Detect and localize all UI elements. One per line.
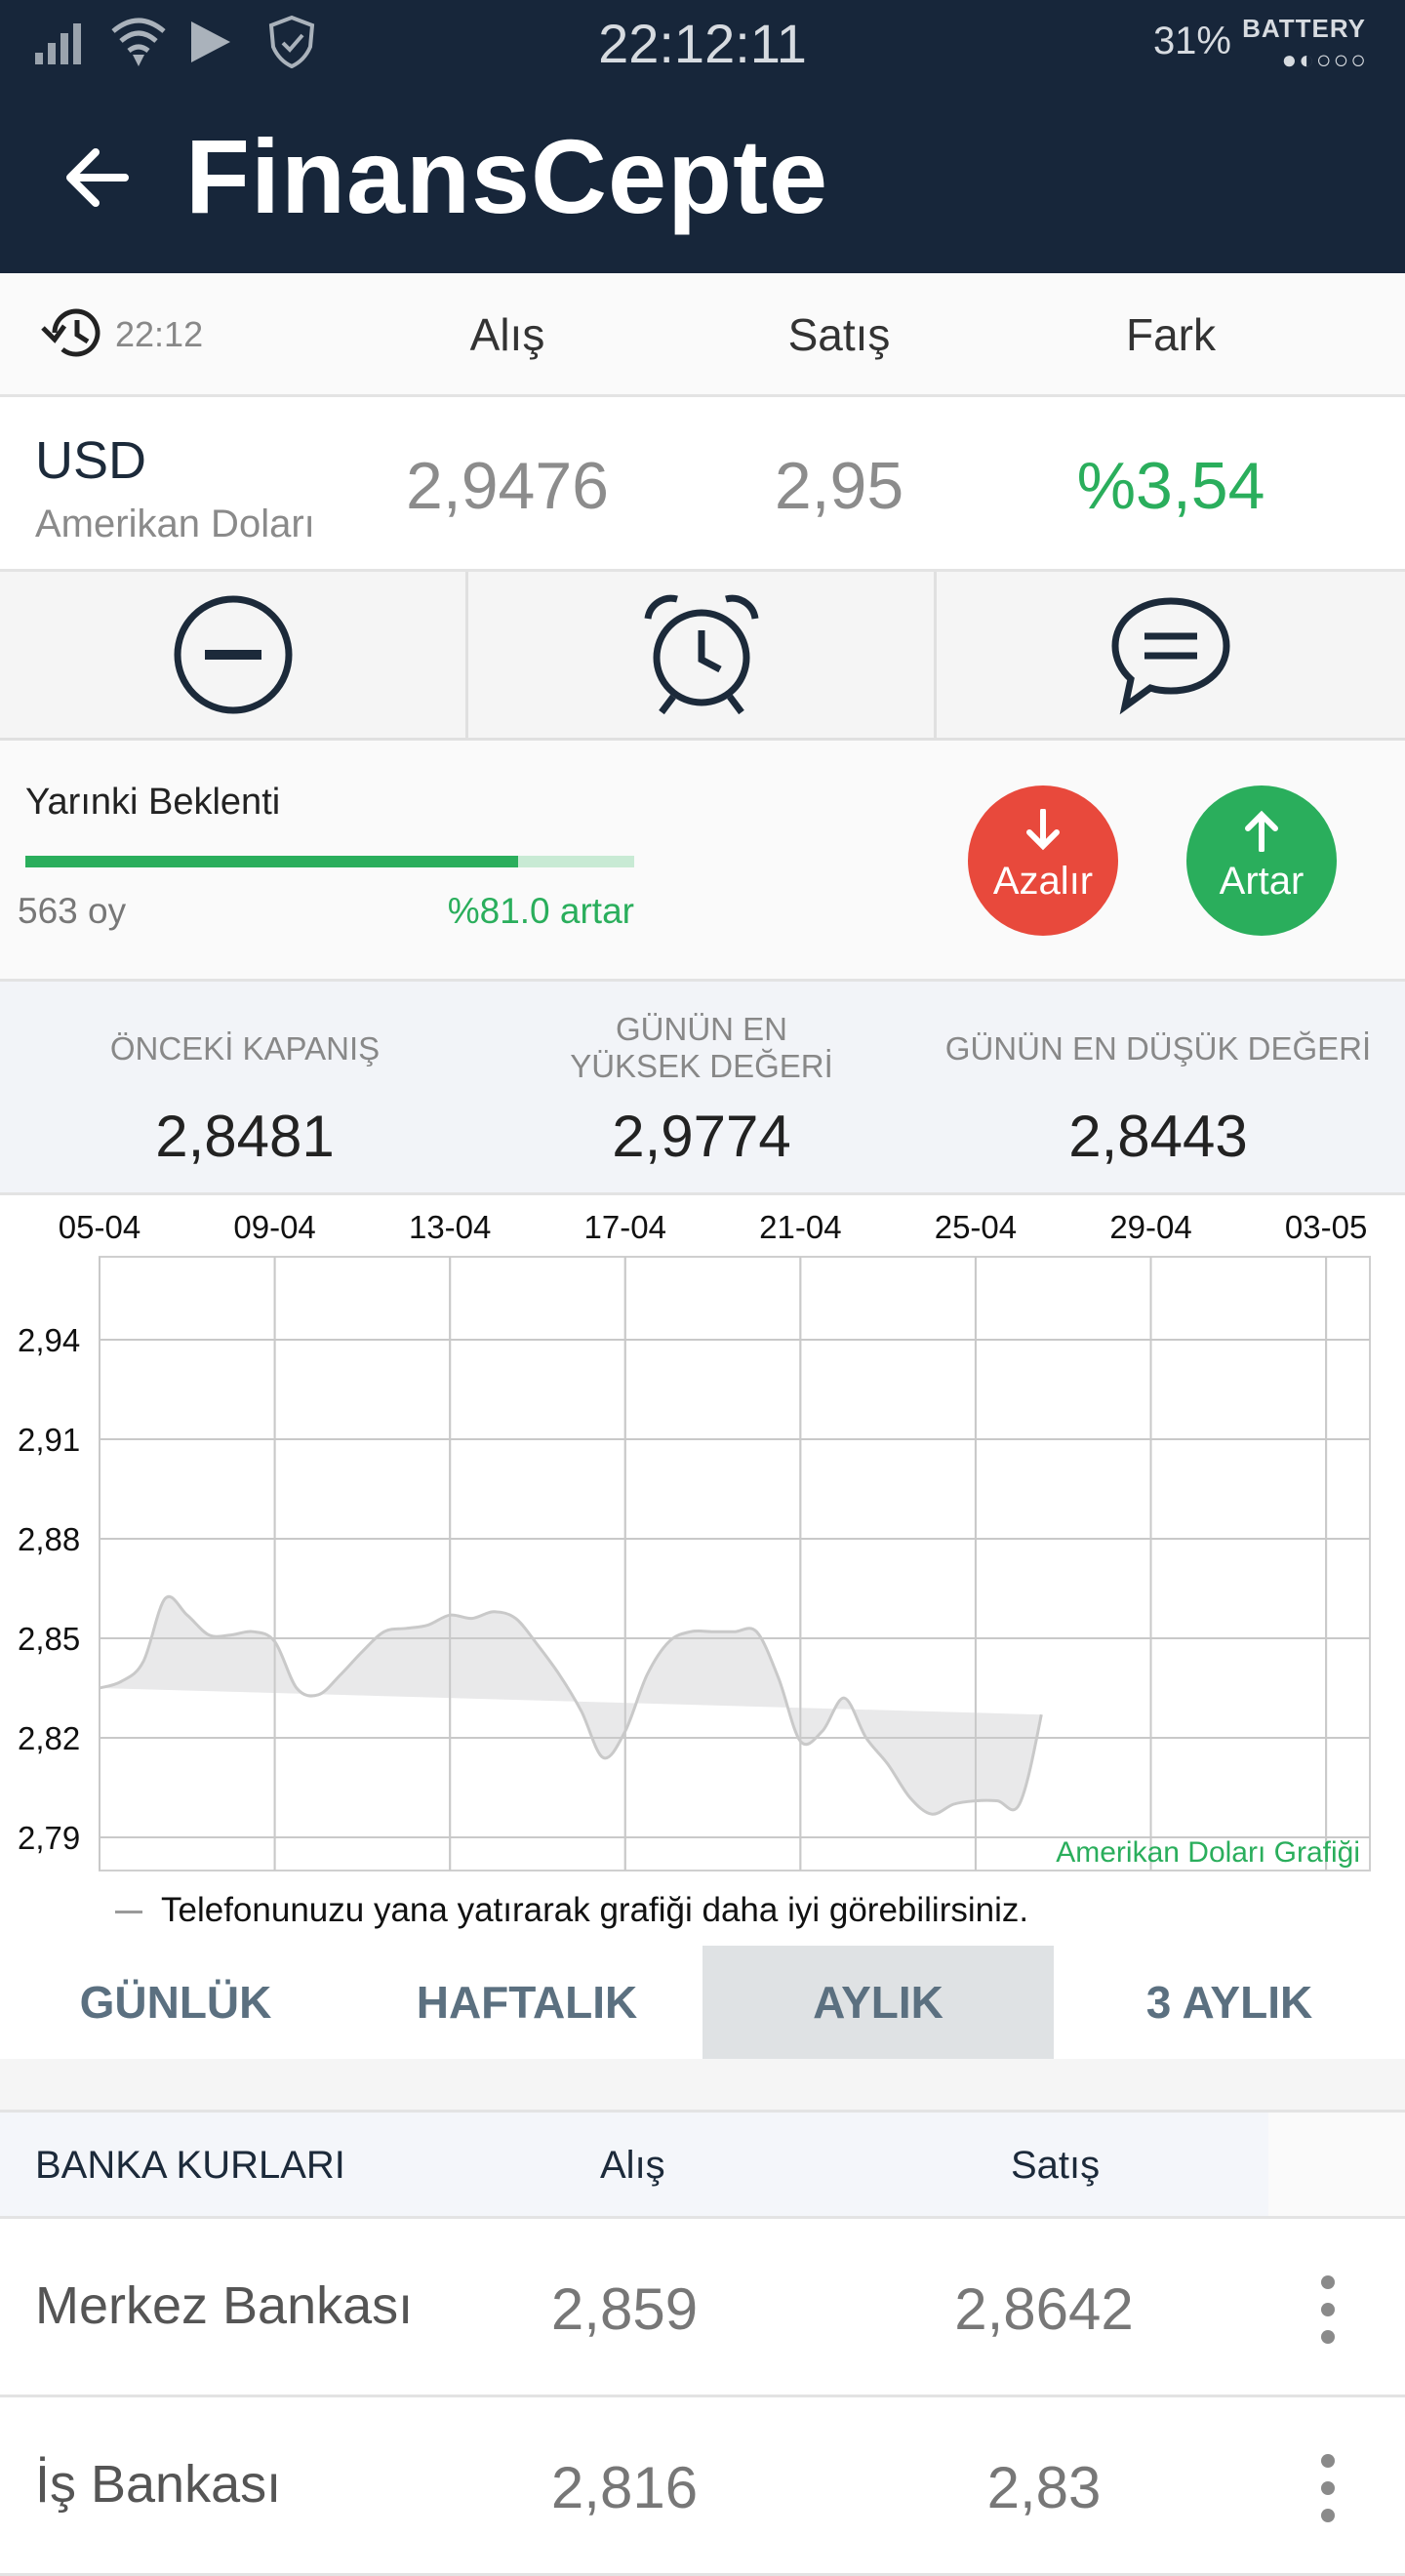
tab-monthly[interactable]: AYLIK — [702, 1946, 1054, 2059]
stat-value: 2,8443 — [1068, 1104, 1248, 1169]
y-tick-label: 2,91 — [18, 1422, 80, 1458]
decrease-button[interactable]: Azalır — [968, 785, 1118, 936]
y-tick-label: 2,79 — [18, 1820, 80, 1856]
currency-diff: %3,54 — [1076, 449, 1265, 523]
chart-y-labels: 2,94 2,91 2,88 2,85 2,82 2,79 — [18, 1322, 80, 1856]
bank-buy: 2,859 — [550, 2276, 699, 2342]
x-tick-label: 29-04 — [1109, 1209, 1191, 1245]
stat-value: 2,9774 — [612, 1104, 791, 1169]
price-chart-svg: 05-04 09-04 13-04 17-04 21-04 25-04 29-04 03-05… — [18, 1209, 1371, 1872]
bank-name: İş Bankası — [35, 2455, 282, 2514]
stat-value: 2,8481 — [155, 1104, 335, 1169]
currency-code: USD — [35, 431, 147, 490]
bank-col-sell: Satış — [1011, 2144, 1101, 2187]
tab-daily[interactable]: GÜNLÜK — [0, 1946, 351, 2059]
arrow-down-icon — [1026, 809, 1060, 851]
app-title: FinansCepte — [185, 117, 829, 235]
y-tick-label: 2,85 — [18, 1621, 80, 1657]
expectation-panel: Yarınki Beklenti 563 oy %81.0 artar Azal… — [0, 741, 1405, 982]
x-tick-label: 03-05 — [1285, 1209, 1367, 1245]
col-diff: Fark — [1126, 309, 1216, 360]
stat-label: GÜNÜN EN YÜKSEK DEĞERİ — [570, 1011, 833, 1084]
action-bar — [0, 572, 1405, 741]
x-tick-label: 21-04 — [759, 1209, 841, 1245]
price-chart[interactable]: 05-04 09-04 13-04 17-04 21-04 25-04 29-04 03-05… — [0, 1195, 1405, 1937]
chart-watermark: Amerikan Doları Grafiği — [1056, 1836, 1360, 1869]
x-tick-label: 17-04 — [584, 1209, 666, 1245]
vote-count: 563 oy — [18, 891, 127, 931]
x-tick-label: 05-04 — [59, 1209, 140, 1245]
battery-label: BATTERY — [1242, 14, 1366, 43]
bank-table-header: BANKA KURLARI Alış Satış — [0, 2113, 1405, 2219]
col-sell: Satış — [787, 309, 891, 360]
increase-label: Artar — [1219, 860, 1305, 903]
bank-sell: 2,83 — [986, 2455, 1102, 2520]
app-bar: FinansCepte — [0, 82, 1405, 273]
battery-percent: 31% — [1152, 20, 1231, 62]
status-bar: 22:12:11 31% BATTERY ●◐○○○ — [0, 0, 1405, 82]
rate-header: 22:12 Alış Satış Fark — [0, 273, 1405, 397]
decrease-label: Azalır — [992, 860, 1094, 903]
comment-icon — [1111, 597, 1230, 715]
col-buy: Alış — [469, 309, 545, 360]
hint-dash — [115, 1911, 142, 1913]
currency-row: USD Amerikan Doları 2,9476 2,95 %3,54 — [0, 397, 1405, 572]
hint-text: Telefonunuzu yana yatırarak grafiği daha… — [161, 1891, 1029, 1929]
increase-percent: %81.0 artar — [447, 891, 634, 931]
update-time: 22:12 — [115, 314, 204, 354]
remove-button[interactable] — [0, 572, 468, 738]
arrow-up-icon — [1245, 810, 1278, 852]
alarm-icon — [644, 594, 758, 715]
comment-button[interactable] — [937, 572, 1405, 738]
bank-sell: 2,8642 — [954, 2276, 1134, 2342]
battery-level-icon: ●◐○○○ — [1281, 45, 1368, 74]
section-gap — [0, 2059, 1405, 2113]
currency-buy: 2,9476 — [406, 449, 609, 523]
x-tick-label: 25-04 — [935, 1209, 1017, 1245]
chart-frame — [99, 1256, 1371, 1872]
remove-icon — [174, 595, 292, 714]
x-tick-label: 09-04 — [233, 1209, 315, 1245]
currency-sell: 2,95 — [774, 449, 904, 523]
alarm-button[interactable] — [468, 572, 937, 738]
expectation-progress-fill — [25, 856, 519, 867]
back-arrow-icon[interactable] — [62, 142, 133, 213]
bank-buy: 2,816 — [550, 2455, 699, 2520]
table-row[interactable]: İş Bankası 2,816 2,83 — [0, 2397, 1405, 2576]
expectation-progress — [25, 856, 634, 867]
tab-weekly[interactable]: HAFTALIK — [351, 1946, 702, 2059]
y-tick-label: 2,88 — [18, 1521, 80, 1557]
tab-3-monthly[interactable]: 3 AYLIK — [1054, 1946, 1405, 2059]
currency-name: Amerikan Doları — [35, 503, 315, 545]
chart-x-labels: 05-04 09-04 13-04 17-04 21-04 25-04 29-04 03-05 — [59, 1209, 1368, 1245]
y-tick-label: 2,94 — [18, 1322, 80, 1358]
increase-button[interactable]: Artar — [1186, 785, 1337, 936]
chart-hint: Telefonunuzu yana yatırarak grafiği daha… — [0, 1885, 1405, 1938]
table-row[interactable]: Merkez Bankası 2,859 2,8642 — [0, 2219, 1405, 2397]
bank-col-buy: Alış — [600, 2144, 665, 2187]
x-tick-label: 13-04 — [409, 1209, 491, 1245]
stats-panel: ÖNCEKİ KAPANIŞ 2,8481 GÜNÜN EN YÜKSEK DE… — [0, 982, 1405, 1195]
period-tabs: GÜNLÜK HAFTALIK AYLIK 3 AYLIK — [0, 1946, 1405, 2059]
header-cap — [1268, 2113, 1405, 2216]
more-vert-icon[interactable] — [1315, 2275, 1341, 2344]
stat-label: ÖNCEKİ KAPANIŞ — [109, 1030, 381, 1067]
bank-name: Merkez Bankası — [35, 2276, 414, 2335]
chart-grid — [99, 1256, 1371, 1872]
stat-label: GÜNÜN EN DÜŞÜK DEĞERİ — [944, 1030, 1372, 1067]
y-tick-label: 2,82 — [18, 1720, 80, 1756]
expectation-label: Yarınki Beklenti — [25, 782, 281, 823]
bank-table-title: BANKA KURLARI — [35, 2144, 345, 2187]
more-vert-icon[interactable] — [1315, 2454, 1341, 2522]
history-icon[interactable] — [41, 302, 105, 363]
